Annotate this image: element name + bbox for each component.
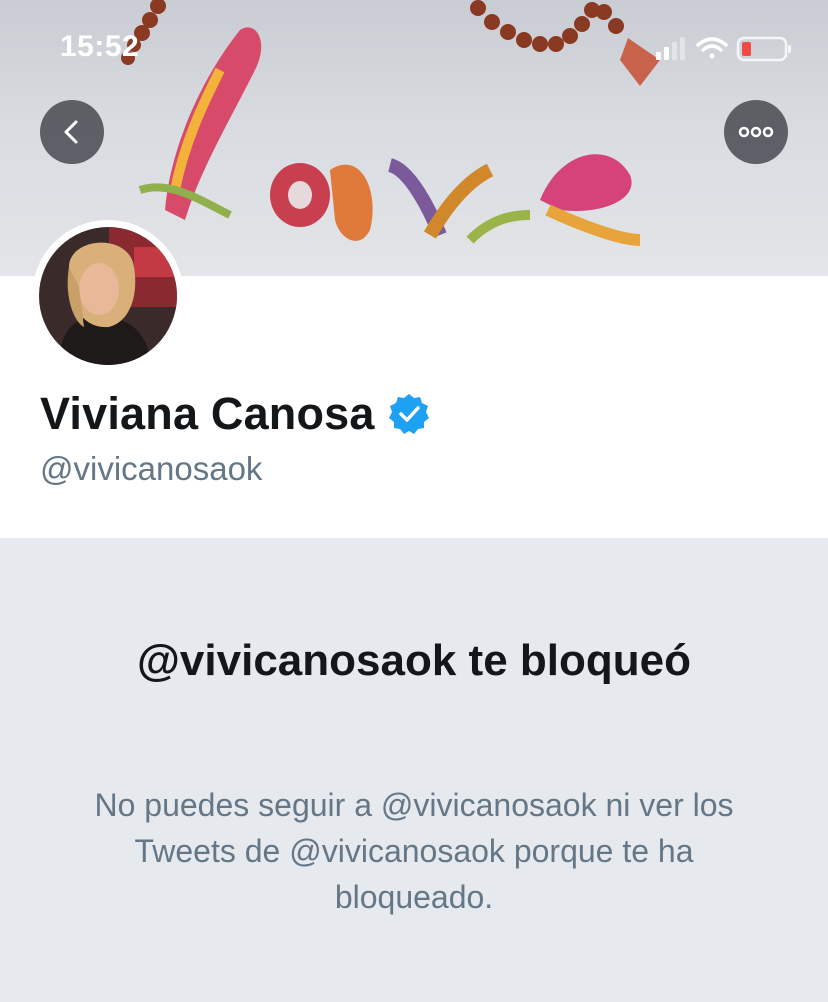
blocked-message: No puedes seguir a @vivicanosaok ni ver … [94,787,734,915]
ellipsis-icon [738,126,774,138]
status-icons [656,34,796,64]
name-row: Viviana Canosa [40,388,431,440]
avatar-image [39,227,177,365]
chevron-left-icon [64,120,78,144]
battery-icon [736,36,791,62]
verified-badge-icon [388,394,429,434]
back-button[interactable] [40,100,104,164]
signal-icon [656,37,685,60]
profile-screen: 15:52 Viviana Canosa @vivicanosaok @vivi… [0,0,828,1002]
display-name: Viviana Canosa [40,388,375,439]
blocked-title: @vivicanosaok te bloqueó [137,636,691,685]
more-options-button[interactable] [724,100,788,164]
status-time: 15:52 [60,30,140,63]
wifi-icon [696,37,728,59]
avatar[interactable] [32,220,184,372]
blocked-notice-panel [0,538,828,1002]
profile-handle: @vivicanosaok [40,450,263,487]
